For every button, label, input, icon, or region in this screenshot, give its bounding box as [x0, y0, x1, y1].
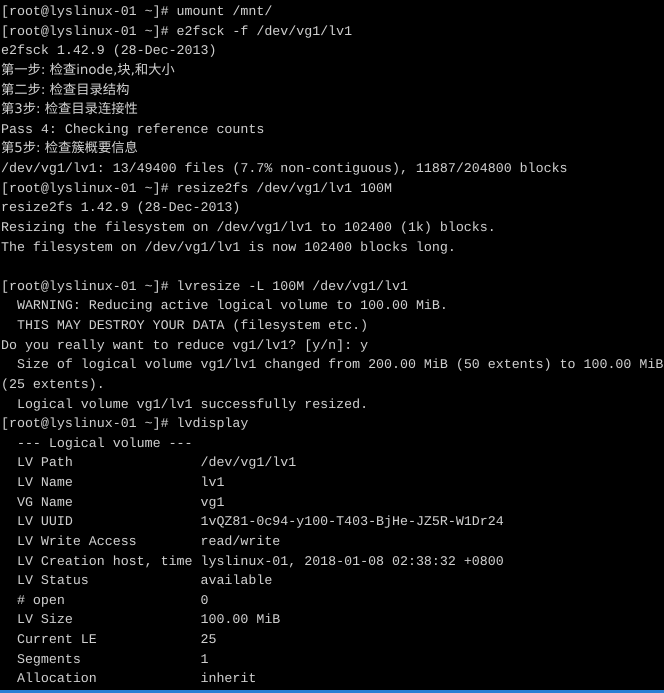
- terminal-line: 第5步: 检查簇概要信息: [1, 141, 138, 157]
- terminal-line: 第二步: 检查目录结构: [1, 82, 130, 98]
- terminal-line: Allocation inherit: [1, 671, 257, 687]
- terminal-line: LV Status available: [1, 573, 273, 589]
- terminal-line: Size of logical volume vg1/lv1 changed f…: [1, 357, 664, 392]
- terminal-line: VG Name vg1: [1, 494, 225, 510]
- terminal-line: WARNING: Reducing active logical volume …: [1, 298, 448, 314]
- terminal-line: [root@lyslinux-01 ~]# e2fsck -f /dev/vg1…: [1, 23, 353, 39]
- terminal-line: Logical volume vg1/lv1 successfully resi…: [1, 396, 369, 412]
- terminal-window[interactable]: [root@lyslinux-01 ~]# umount /mnt/ [root@…: [0, 0, 664, 693]
- terminal-line: Pass 4: Checking reference counts: [1, 121, 265, 137]
- terminal-line: Do you really want to reduce vg1/lv1? [y…: [1, 337, 369, 353]
- terminal-line: LV Creation host, time lyslinux-01, 2018…: [1, 553, 504, 569]
- terminal-line: LV UUID 1vQZ81-0c94-y100-T403-BjHe-JZ5R-…: [1, 514, 504, 530]
- terminal-line: LV Path /dev/vg1/lv1: [1, 455, 297, 471]
- terminal-line: [root@lyslinux-01 ~]# lvdisplay: [1, 416, 249, 432]
- terminal-line: 第一步: 检查inode,块,和大小: [1, 62, 175, 78]
- terminal-line: The filesystem on /dev/vg1/lv1 is now 10…: [1, 239, 456, 255]
- terminal-line: 第3步: 检查目录连接性: [1, 102, 138, 118]
- terminal-line: Current LE 25: [1, 632, 217, 647]
- terminal-line: LV Name lv1: [1, 475, 225, 490]
- terminal-line: resize2fs 1.42.9 (28-Dec-2013): [1, 200, 241, 216]
- terminal-output[interactable]: [root@lyslinux-01 ~]# umount /mnt/ [root@…: [1, 2, 664, 693]
- terminal-line: LV Write Access read/write: [1, 533, 281, 549]
- terminal-line: /dev/vg1/lv1: 13/49400 files (7.7% non-c…: [1, 161, 568, 176]
- terminal-line: [root@lyslinux-01 ~]# resize2fs /dev/vg1…: [1, 180, 392, 196]
- terminal-line: LV Size 100.00 MiB: [1, 612, 281, 628]
- terminal-line: Segments 1: [1, 651, 209, 667]
- terminal-line: Resizing the filesystem on /dev/vg1/lv1 …: [1, 219, 496, 235]
- terminal-line: # open 0: [1, 592, 209, 608]
- terminal-line: [root@lyslinux-01 ~]# lvresize -L 100M /…: [1, 278, 408, 294]
- terminal-line: [root@lyslinux-01 ~]# umount /mnt/: [1, 4, 273, 19]
- terminal-line: e2fsck 1.42.9 (28-Dec-2013): [1, 43, 217, 59]
- terminal-line: --- Logical volume ---: [1, 435, 193, 451]
- terminal-line: THIS MAY DESTROY YOUR DATA (filesystem e…: [1, 318, 369, 333]
